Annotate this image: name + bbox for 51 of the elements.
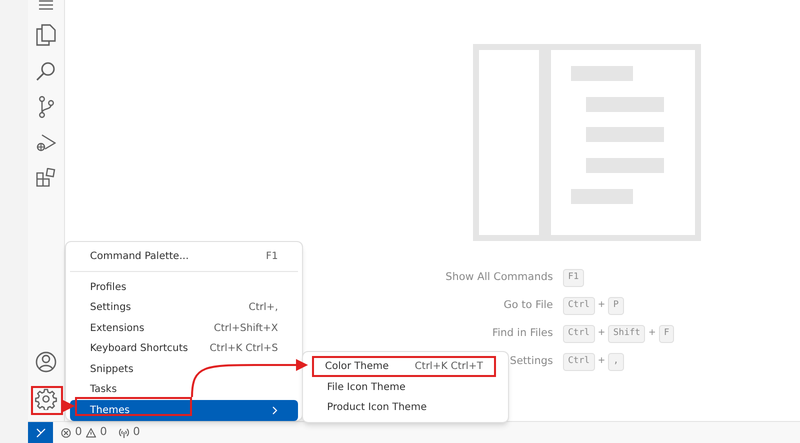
source-control-icon[interactable] — [38, 96, 54, 118]
menu-item[interactable]: File Icon Theme — [307, 377, 504, 398]
annotation-arrow — [63, 400, 75, 412]
files-icon[interactable] — [36, 24, 56, 46]
menu-item[interactable]: Extensions Ctrl+Shift+X — [70, 318, 298, 338]
key-cap: Shift — [608, 325, 646, 343]
menu-item[interactable]: Color Theme Ctrl+K Ctrl+T — [312, 356, 496, 377]
warning-icon — [86, 428, 96, 438]
antenna-icon — [119, 428, 129, 438]
account-icon[interactable] — [35, 351, 57, 373]
plus-sign: + — [598, 327, 606, 340]
hint-label: Find in Files — [492, 326, 553, 342]
run-debug-icon[interactable] — [36, 133, 56, 153]
extensions-icon[interactable] — [36, 168, 56, 188]
menu-icon[interactable] — [39, 0, 53, 10]
key-cap: P — [608, 297, 624, 315]
menu-item[interactable]: Command Palette... F1 — [70, 246, 298, 272]
hint-label: Show All Commands — [446, 270, 553, 286]
menu-item[interactable]: Settings Ctrl+, — [70, 298, 298, 318]
key-cap: F — [658, 325, 674, 343]
chevron-right-icon — [272, 406, 278, 415]
count-label: 0 — [75, 424, 82, 440]
error-icon — [61, 428, 71, 438]
shortcut-label: F1 — [266, 250, 278, 264]
count-label: 0 — [100, 424, 107, 440]
plus-sign: + — [598, 355, 606, 368]
hint-label: Go to File — [504, 298, 553, 314]
highlight-box — [31, 386, 63, 415]
shortcut-label: Ctrl+Shift+X — [214, 322, 278, 336]
key-cap: Ctrl — [563, 325, 595, 343]
plus-sign: + — [598, 299, 606, 312]
menu-item[interactable]: Themes — [70, 400, 298, 420]
shortcut-label: Ctrl+K Ctrl+T — [414, 360, 483, 374]
shortcut-label: Ctrl+K Ctrl+S — [210, 342, 278, 356]
plus-sign: + — [648, 327, 656, 340]
key-cap: Ctrl — [563, 353, 595, 371]
menu-item[interactable]: Tasks — [70, 380, 298, 400]
count-label: 0 — [133, 424, 140, 440]
menu-item[interactable]: Snippets — [70, 359, 298, 380]
key-cap: , — [608, 353, 624, 371]
key-cap: Ctrl — [563, 297, 595, 315]
settings-icon[interactable] — [35, 388, 57, 410]
shortcut-label: Ctrl+, — [248, 301, 278, 316]
remote-button[interactable] — [28, 422, 53, 443]
remote-icon — [36, 428, 46, 438]
search-icon[interactable] — [36, 61, 56, 81]
menu-item[interactable]: Keyboard Shortcuts Ctrl+K Ctrl+S — [70, 338, 298, 359]
hint-label: Settings — [510, 354, 553, 370]
menu-item[interactable]: Product Icon Theme — [307, 398, 504, 418]
menu-item[interactable]: Profiles — [70, 277, 298, 298]
key-cap: F1 — [563, 269, 584, 287]
